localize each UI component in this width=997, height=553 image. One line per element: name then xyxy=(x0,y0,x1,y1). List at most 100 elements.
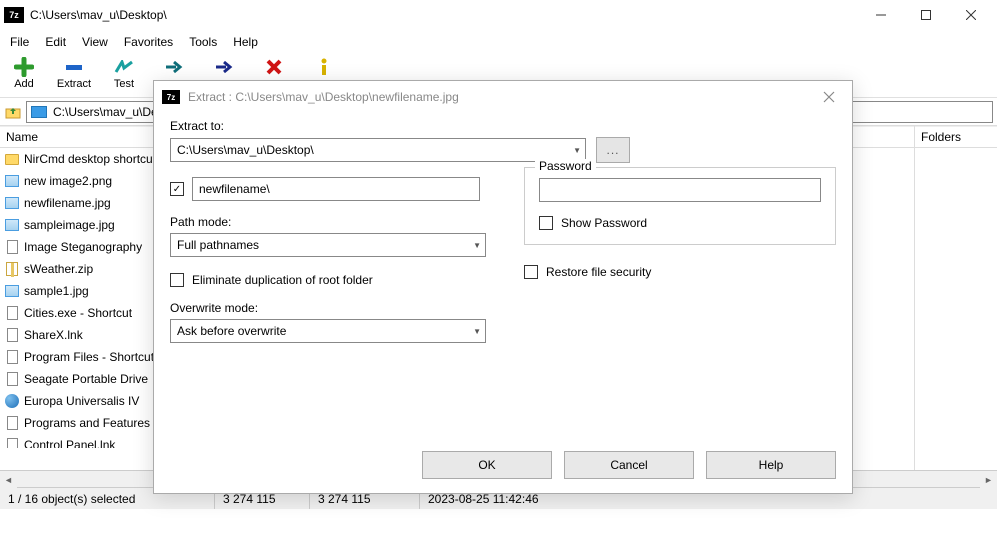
show-password-checkbox[interactable] xyxy=(539,216,553,230)
chevron-down-icon: ▼ xyxy=(573,146,581,155)
cancel-button[interactable]: Cancel xyxy=(564,451,694,479)
file-name: new image2.png xyxy=(24,174,112,188)
toolbar-info-button[interactable] xyxy=(304,56,344,76)
cancel-label: Cancel xyxy=(610,458,647,472)
chevron-down-icon: ▼ xyxy=(473,241,481,250)
folder-up-icon[interactable] xyxy=(4,103,22,121)
file-icon xyxy=(4,415,20,431)
file-icon xyxy=(4,327,20,343)
folder-icon xyxy=(4,151,20,167)
help-label: Help xyxy=(759,458,784,472)
window-titlebar: 7z C:\Users\mav_u\Desktop\ xyxy=(0,0,997,30)
show-password-label: Show Password xyxy=(561,216,647,230)
close-button[interactable] xyxy=(948,0,993,30)
scroll-left-icon[interactable]: ◄ xyxy=(0,471,17,488)
path-mode-label: Path mode: xyxy=(170,215,496,229)
file-name: Programs and Features xyxy=(24,416,150,430)
toolbar-extract-button[interactable]: Extract xyxy=(54,56,94,90)
info-icon xyxy=(312,58,336,76)
file-name: sample1.jpg xyxy=(24,284,89,298)
file-icon xyxy=(4,437,20,448)
menu-bar: File Edit View Favorites Tools Help xyxy=(0,30,997,54)
toolbar-add-label: Add xyxy=(14,78,34,90)
dialog-title: Extract : C:\Users\mav_u\Desktop\newfile… xyxy=(188,90,814,104)
path-mode-value: Full pathnames xyxy=(177,238,259,252)
file-name: Cities.exe - Shortcut xyxy=(24,306,132,320)
maximize-button[interactable] xyxy=(903,0,948,30)
file-name: sWeather.zip xyxy=(24,262,93,276)
subfolder-value: newfilename\ xyxy=(199,182,270,196)
menu-favorites[interactable]: Favorites xyxy=(116,32,181,52)
img-icon xyxy=(4,217,20,233)
toolbar-add-button[interactable]: Add xyxy=(4,56,44,90)
dialog-button-row: OK Cancel Help xyxy=(422,451,836,479)
dialog-app-icon: 7z xyxy=(162,90,180,104)
monitor-icon xyxy=(31,106,47,118)
folders-pane: Folders xyxy=(915,126,997,470)
path-mode-combo[interactable]: Full pathnames ▼ xyxy=(170,233,486,257)
password-group: Password Show Password xyxy=(524,167,836,245)
img-icon xyxy=(4,283,20,299)
column-name[interactable]: Name xyxy=(6,130,38,144)
file-icon xyxy=(4,305,20,321)
minimize-button[interactable] xyxy=(858,0,903,30)
password-input[interactable] xyxy=(539,178,821,202)
eliminate-checkbox[interactable] xyxy=(170,273,184,287)
toolbar-move-button[interactable] xyxy=(204,56,244,76)
file-name: sampleimage.jpg xyxy=(24,218,115,232)
menu-edit[interactable]: Edit xyxy=(37,32,74,52)
file-icon xyxy=(4,349,20,365)
column-folders-header: Folders xyxy=(915,126,997,148)
toolbar-copy-button[interactable] xyxy=(154,56,194,76)
help-button[interactable]: Help xyxy=(706,451,836,479)
file-name: Program Files - Shortcut xyxy=(24,350,154,364)
extract-to-label: Extract to: xyxy=(170,119,496,133)
arrow-right-icon xyxy=(162,58,186,76)
globe-icon xyxy=(4,393,20,409)
dialog-close-button[interactable] xyxy=(814,82,844,112)
chevron-down-icon: ▼ xyxy=(473,327,481,336)
toolbar-delete-button[interactable] xyxy=(254,56,294,76)
toolbar-test-button[interactable]: Test xyxy=(104,56,144,90)
file-name: Europa Universalis IV xyxy=(24,394,139,408)
overwrite-label: Overwrite mode: xyxy=(170,301,496,315)
restore-security-checkbox[interactable] xyxy=(524,265,538,279)
ok-button[interactable]: OK xyxy=(422,451,552,479)
file-icon xyxy=(4,239,20,255)
file-name: newfilename.jpg xyxy=(24,196,111,210)
window-title: C:\Users\mav_u\Desktop\ xyxy=(30,8,858,22)
overwrite-value: Ask before overwrite xyxy=(177,324,286,338)
menu-help[interactable]: Help xyxy=(225,32,266,52)
ok-label: OK xyxy=(478,458,495,472)
toolbar-test-label: Test xyxy=(114,78,134,90)
extract-to-combo[interactable]: C:\Users\mav_u\Desktop\ ▼ xyxy=(170,138,586,162)
dialog-left-column: Extract to: C:\Users\mav_u\Desktop\ ▼ ..… xyxy=(170,119,496,343)
file-name: NirCmd desktop shortcut xyxy=(24,152,156,166)
file-name: Image Steganography xyxy=(24,240,142,254)
menu-file[interactable]: File xyxy=(2,32,37,52)
app-icon: 7z xyxy=(4,7,24,23)
extract-dialog: 7z Extract : C:\Users\mav_u\Desktop\newf… xyxy=(153,80,853,494)
arrow-right-dark-icon xyxy=(212,58,236,76)
menu-view[interactable]: View xyxy=(74,32,116,52)
scroll-right-icon[interactable]: ► xyxy=(980,471,997,488)
test-icon xyxy=(112,58,136,76)
file-name: ShareX.lnk xyxy=(24,328,83,342)
file-name: Seagate Portable Drive xyxy=(24,372,148,386)
file-name: Control Panel.lnk xyxy=(24,438,115,448)
dialog-body: Extract to: C:\Users\mav_u\Desktop\ ▼ ..… xyxy=(154,113,852,349)
subfolder-checkbox[interactable] xyxy=(170,182,184,196)
file-icon xyxy=(4,371,20,387)
overwrite-combo[interactable]: Ask before overwrite ▼ xyxy=(170,319,486,343)
img-icon xyxy=(4,173,20,189)
column-folders[interactable]: Folders xyxy=(921,130,961,144)
eliminate-label: Eliminate duplication of root folder xyxy=(192,273,373,287)
img-icon xyxy=(4,195,20,211)
extract-to-value: C:\Users\mav_u\Desktop\ xyxy=(177,143,314,157)
extract-icon xyxy=(62,58,86,76)
toolbar-extract-label: Extract xyxy=(57,78,91,90)
restore-security-label: Restore file security xyxy=(546,265,651,279)
menu-tools[interactable]: Tools xyxy=(181,32,225,52)
subfolder-input[interactable]: newfilename\ xyxy=(192,177,480,201)
delete-icon xyxy=(262,58,286,76)
